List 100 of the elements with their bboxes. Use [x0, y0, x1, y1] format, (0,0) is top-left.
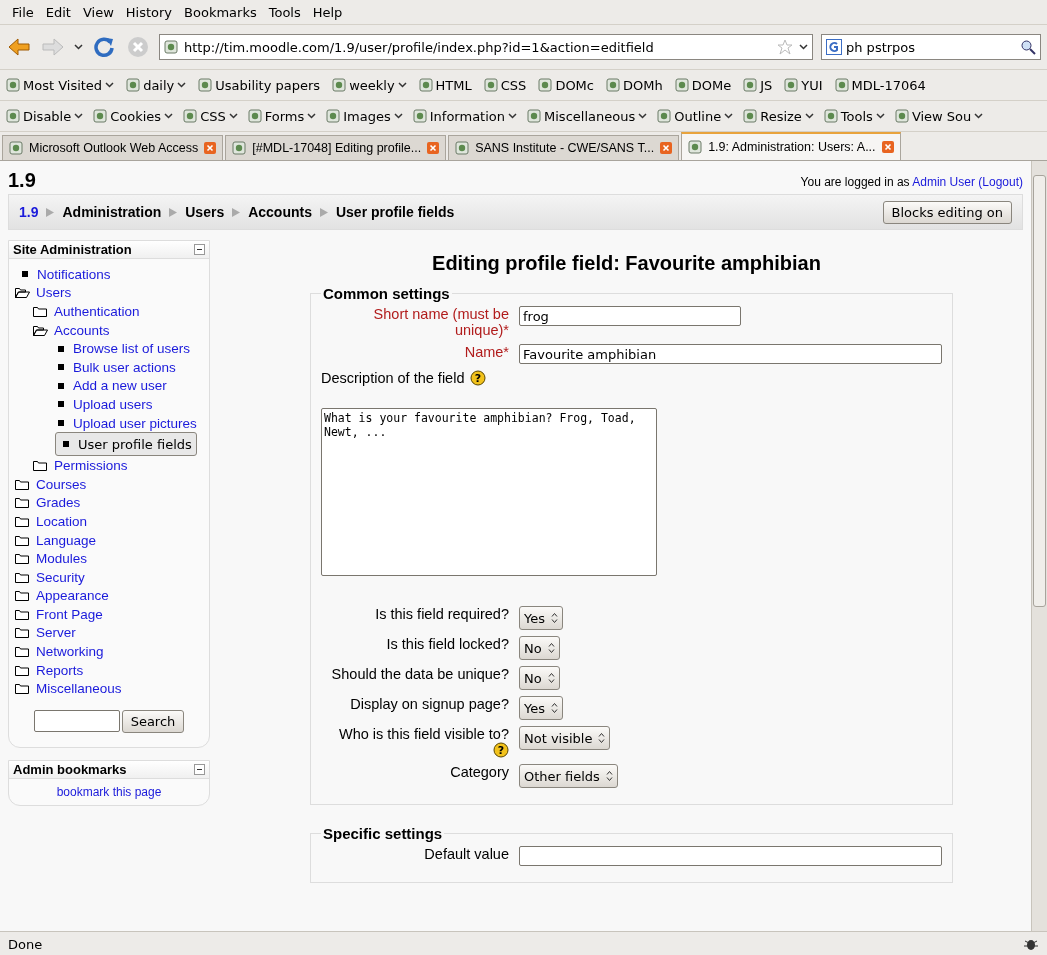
bookmark-item[interactable]: DOMh: [606, 77, 663, 93]
tree-item-link[interactable]: Browse list of users: [73, 341, 191, 357]
bookmark-item[interactable]: Most Visited: [6, 77, 115, 93]
breadcrumb-item: Accounts: [248, 204, 312, 220]
bookmark-item[interactable]: Usability papers: [198, 77, 321, 93]
field-label: Short name (must be unique)*: [372, 306, 509, 338]
selected-tree-item[interactable]: User profile fields: [55, 432, 197, 457]
caret-icon: [397, 82, 407, 88]
close-icon[interactable]: [881, 141, 894, 153]
text-input[interactable]: Favourite amphibian: [519, 344, 942, 364]
bookmark-item[interactable]: YUI: [784, 77, 823, 93]
toolbar-menu[interactable]: CSS: [183, 108, 238, 124]
tree-item-link[interactable]: Courses: [36, 476, 87, 492]
tree-item-link[interactable]: Location: [36, 513, 88, 529]
scrollbar[interactable]: [1031, 161, 1047, 931]
bullet-icon: [58, 382, 64, 389]
menu-item[interactable]: Help: [306, 4, 349, 20]
toolbar-menu[interactable]: Forms: [247, 108, 317, 124]
tree-item-link[interactable]: Bulk user actions: [73, 359, 176, 375]
breadcrumb-item: Administration: [62, 204, 162, 220]
collapse-icon[interactable]: [194, 764, 205, 776]
text-input[interactable]: [519, 846, 942, 866]
select-dropdown[interactable]: Not visible: [519, 726, 611, 750]
toolbar-menu[interactable]: Resize: [743, 108, 814, 124]
help-icon[interactable]: ?: [493, 742, 509, 758]
bookmark-item[interactable]: JS: [743, 77, 773, 93]
text-input[interactable]: frog: [519, 306, 741, 326]
tree-item-link[interactable]: Modules: [36, 551, 88, 567]
menu-item[interactable]: Tools: [262, 4, 307, 20]
tree-item-link[interactable]: Language: [36, 532, 97, 548]
browser-tab[interactable]: 1.9: Administration: Users: A...: [681, 132, 901, 160]
bookmark-item[interactable]: weekly: [332, 77, 407, 93]
tree-item-link[interactable]: Accounts: [54, 322, 110, 338]
tree-item-link[interactable]: Permissions: [54, 458, 128, 474]
url-field[interactable]: http://tim.moodle.com/1.9/user/profile/index.php?id=1&action=editfield: [159, 34, 813, 60]
toolbar-menu[interactable]: Tools: [823, 108, 885, 124]
tree-item-link[interactable]: Security: [36, 569, 85, 585]
menu-item[interactable]: File: [6, 4, 40, 20]
star-icon[interactable]: [777, 39, 793, 55]
toolbar-menu[interactable]: Cookies: [93, 108, 174, 124]
toolbar-icon: [183, 109, 198, 123]
menu-item[interactable]: Bookmarks: [178, 4, 263, 20]
blocks-editing-button[interactable]: Blocks editing on: [882, 200, 1012, 224]
tree-item-link[interactable]: Grades: [36, 495, 81, 511]
tree-item-link[interactable]: Appearance: [36, 588, 109, 604]
bookmark-item[interactable]: daily: [126, 77, 187, 93]
tree-item-link[interactable]: Users: [36, 285, 72, 301]
search-icon[interactable]: [1020, 39, 1036, 55]
menu-item[interactable]: Edit: [39, 4, 77, 20]
browser-tab[interactable]: SANS Institute - CWE/SANS T...: [448, 135, 680, 160]
bookmark-icon: [606, 78, 620, 92]
browser-tab[interactable]: Microsoft Outlook Web Access: [2, 135, 224, 160]
tree-item-link[interactable]: Authentication: [54, 304, 140, 319]
logout-link[interactable]: (Logout): [978, 175, 1023, 189]
bookmark-item[interactable]: CSS: [483, 77, 527, 93]
select-dropdown[interactable]: Yes: [519, 606, 563, 630]
bookmark-item[interactable]: MDL-17064: [834, 77, 926, 93]
select-dropdown[interactable]: Yes: [519, 696, 563, 720]
toolbar-menu[interactable]: Miscellaneous: [527, 108, 648, 124]
toolbar-menu[interactable]: Outline: [657, 108, 734, 124]
description-textarea[interactable]: What is your favourite amphibian? Frog, Toad, Newt, ...: [321, 408, 657, 576]
user-link[interactable]: Admin User: [912, 175, 975, 189]
browser-tab[interactable]: [#MDL-17048] Editing profile...: [225, 135, 447, 160]
tree-item-link[interactable]: Networking: [36, 644, 104, 660]
tree-item-link[interactable]: Notifications: [37, 266, 111, 282]
updown-icon: [547, 672, 555, 684]
close-icon[interactable]: [427, 142, 440, 154]
select-dropdown[interactable]: No: [519, 636, 560, 660]
search-button[interactable]: Search: [121, 710, 185, 734]
tree-item-link[interactable]: Upload user pictures: [73, 415, 197, 431]
select-dropdown[interactable]: Other fields: [519, 764, 618, 788]
tree-item-link[interactable]: Upload users: [73, 396, 153, 412]
separator-icon: [46, 207, 55, 217]
menu-item[interactable]: History: [119, 4, 179, 20]
search-input[interactable]: [33, 710, 120, 733]
help-icon[interactable]: ?: [470, 370, 487, 386]
bookmark-link[interactable]: bookmark this page: [56, 785, 162, 800]
breadcrumb-link[interactable]: 1.9: [19, 204, 39, 220]
search-field[interactable]: ph pstrpos: [821, 34, 1041, 60]
tree-item-link[interactable]: Miscellaneous: [36, 681, 122, 697]
google-icon[interactable]: [826, 39, 842, 55]
menu-item[interactable]: View: [76, 4, 120, 20]
close-icon[interactable]: [204, 142, 217, 154]
tree-item-link[interactable]: Add a new user: [73, 378, 167, 394]
toolbar-menu[interactable]: View Sou: [894, 108, 984, 124]
bookmark-item[interactable]: HTML: [418, 77, 472, 93]
tree-item-link[interactable]: Reports: [36, 662, 84, 678]
site-icon: [164, 40, 178, 54]
tab-icon: [455, 141, 470, 155]
select-dropdown[interactable]: No: [519, 666, 560, 690]
toolbar-menu[interactable]: Information: [412, 108, 518, 124]
toolbar-menu[interactable]: Images: [326, 108, 403, 124]
bookmark-icon: [332, 78, 347, 92]
bookmark-item[interactable]: DOMc: [538, 77, 594, 93]
tree-item-link[interactable]: Server: [36, 625, 76, 641]
tree-item-link[interactable]: Front Page: [36, 606, 103, 622]
bookmark-item[interactable]: DOMe: [674, 77, 732, 93]
toolbar-menu[interactable]: Disable: [6, 108, 84, 124]
collapse-icon[interactable]: [194, 244, 205, 255]
close-icon[interactable]: [660, 142, 673, 154]
